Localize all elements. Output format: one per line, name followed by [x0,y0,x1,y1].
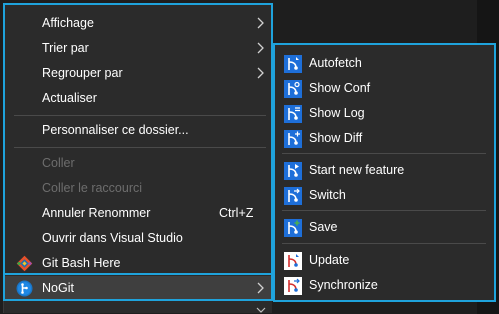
submenu-item-label: Synchronize [309,278,378,292]
menu-item-label: Regrouper par [42,66,123,80]
submenu-item-label: Switch [309,188,346,202]
menu-item-label: Coller [42,156,75,170]
submenu-item-label: Save [309,220,338,234]
submenu-item-show-conf[interactable]: Show Conf [274,76,494,101]
menu-item-git-bash-here[interactable]: Git Bash Here [4,251,273,276]
gitflow-switch-icon [284,187,302,205]
gitflow-log-icon [284,105,302,123]
menu-item-label: Git Bash Here [42,256,121,270]
menu-item-actualiser[interactable]: Actualiser [4,86,273,111]
nogit-submenu: Autofetch Show Conf Show Log Show Diff S… [273,44,495,301]
submenu-separator [282,210,486,211]
scroll-down-arrow-icon[interactable] [256,307,266,314]
menu-item-label: Annuler Renommer [42,206,151,220]
submenu-item-show-log[interactable]: Show Log [274,101,494,126]
gitflow-sync-icon [284,277,302,295]
menu-item-personnaliser[interactable]: Personnaliser ce dossier... [4,118,273,143]
menu-item-coller-raccourci[interactable]: Coller le raccourci [4,176,273,201]
submenu-item-show-diff[interactable]: Show Diff [274,126,494,151]
menu-item-trier-par[interactable]: Trier par [4,36,273,61]
menu-separator [14,147,266,148]
submenu-item-label: Show Log [309,106,365,120]
menu-item-coller[interactable]: Coller [4,151,273,176]
menu-item-regrouper-par[interactable]: Regrouper par [4,61,273,86]
submenu-item-update[interactable]: Update [274,248,494,273]
menu-item-label: NoGit [42,281,74,295]
gitflow-save-icon [284,219,302,237]
submenu-item-label: Update [309,253,350,267]
submenu-item-synchronize[interactable]: Synchronize [274,273,494,298]
menu-item-label: Trier par [42,41,89,55]
menu-item-nogit[interactable]: NoGit [4,276,273,301]
menu-item-affichage[interactable]: Affichage [4,11,273,36]
submenu-item-label: Start new feature [309,163,405,177]
menu-item-label: Coller le raccourci [42,181,143,195]
nogit-icon [16,280,33,297]
gitflow-update-icon [284,252,302,270]
gitflow-diff-icon [284,130,302,148]
menu-item-shortcut: Ctrl+Z [219,206,254,220]
gitflow-conf-icon [284,80,302,98]
submenu-item-save[interactable]: Save [274,215,494,240]
submenu-item-label: Show Diff [309,131,363,145]
menu-item-label: Personnaliser ce dossier... [42,123,189,137]
chevron-right-icon [257,42,264,54]
git-bash-icon [16,255,33,272]
menu-item-annuler-renommer[interactable]: Annuler Renommer Ctrl+Z [4,201,273,226]
chevron-right-icon [257,67,264,79]
context-menu: Affichage Trier par Regrouper par Actual… [3,3,273,313]
submenu-item-label: Show Conf [309,81,371,95]
submenu-item-autofetch[interactable]: Autofetch [274,51,494,76]
menu-item-ouvrir-visual-studio[interactable]: Ouvrir dans Visual Studio [4,226,273,251]
gitflow-fetch-icon [284,55,302,73]
menu-item-label: Ouvrir dans Visual Studio [42,231,183,245]
submenu-item-switch[interactable]: Switch [274,183,494,208]
menu-item-label: Affichage [42,16,94,30]
submenu-separator [282,243,486,244]
menu-item-label: Actualiser [42,91,97,105]
chevron-right-icon [257,282,264,294]
submenu-item-start-new-feature[interactable]: Start new feature [274,158,494,183]
submenu-separator [282,153,486,154]
submenu-item-label: Autofetch [309,56,362,70]
chevron-right-icon [257,17,264,29]
menu-separator [14,115,266,116]
gitflow-feature-icon [284,162,302,180]
